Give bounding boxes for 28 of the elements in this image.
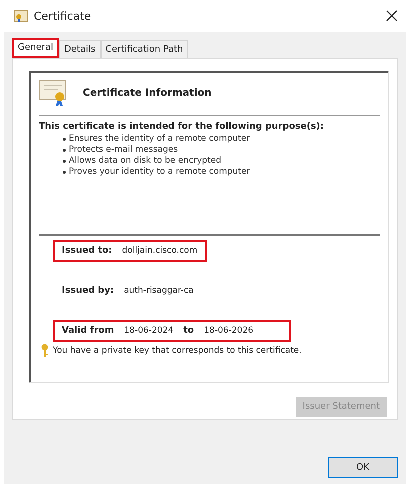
field-label: Valid from — [62, 326, 114, 336]
field-value: 18-06-2024 — [124, 326, 174, 336]
purpose-item: Protects e-mail messages — [69, 145, 178, 156]
field-value: auth-risaggar-ca — [124, 286, 194, 296]
tab[interactable]: Details — [59, 40, 101, 58]
tab[interactable]: Certification Path — [100, 40, 188, 58]
field-label: to — [184, 326, 194, 336]
purpose-item: Allows data on disk to be encrypted — [69, 156, 222, 167]
key-icon — [41, 344, 49, 358]
tab[interactable]: General — [12, 38, 60, 58]
bullet-icon — [63, 149, 66, 152]
ok-button[interactable]: OK — [328, 457, 398, 478]
field-value: dolljain.cisco.com — [122, 246, 198, 256]
certificate-icon — [14, 10, 28, 22]
purpose-title: This certificate is intended for the following purpose(s): — [39, 122, 326, 132]
purpose-item: Proves your identity to a remote computer — [69, 167, 250, 178]
bullet-icon — [63, 160, 66, 163]
bullet-icon — [63, 171, 66, 174]
section-heading: Certificate Information — [83, 88, 212, 98]
private-key-note: You have a private key that corresponds to this certificate. — [53, 346, 302, 356]
field-label: Issued to: — [62, 246, 112, 256]
close-icon[interactable] — [386, 10, 398, 22]
certificate-icon — [39, 79, 69, 107]
bullet-icon — [63, 138, 66, 141]
window-title: Certificate — [34, 10, 92, 22]
field-label: Issued by: — [62, 286, 114, 296]
field-value: 18-06-2026 — [204, 326, 254, 336]
purpose-item: Ensures the identity of a remote computer — [69, 134, 250, 145]
